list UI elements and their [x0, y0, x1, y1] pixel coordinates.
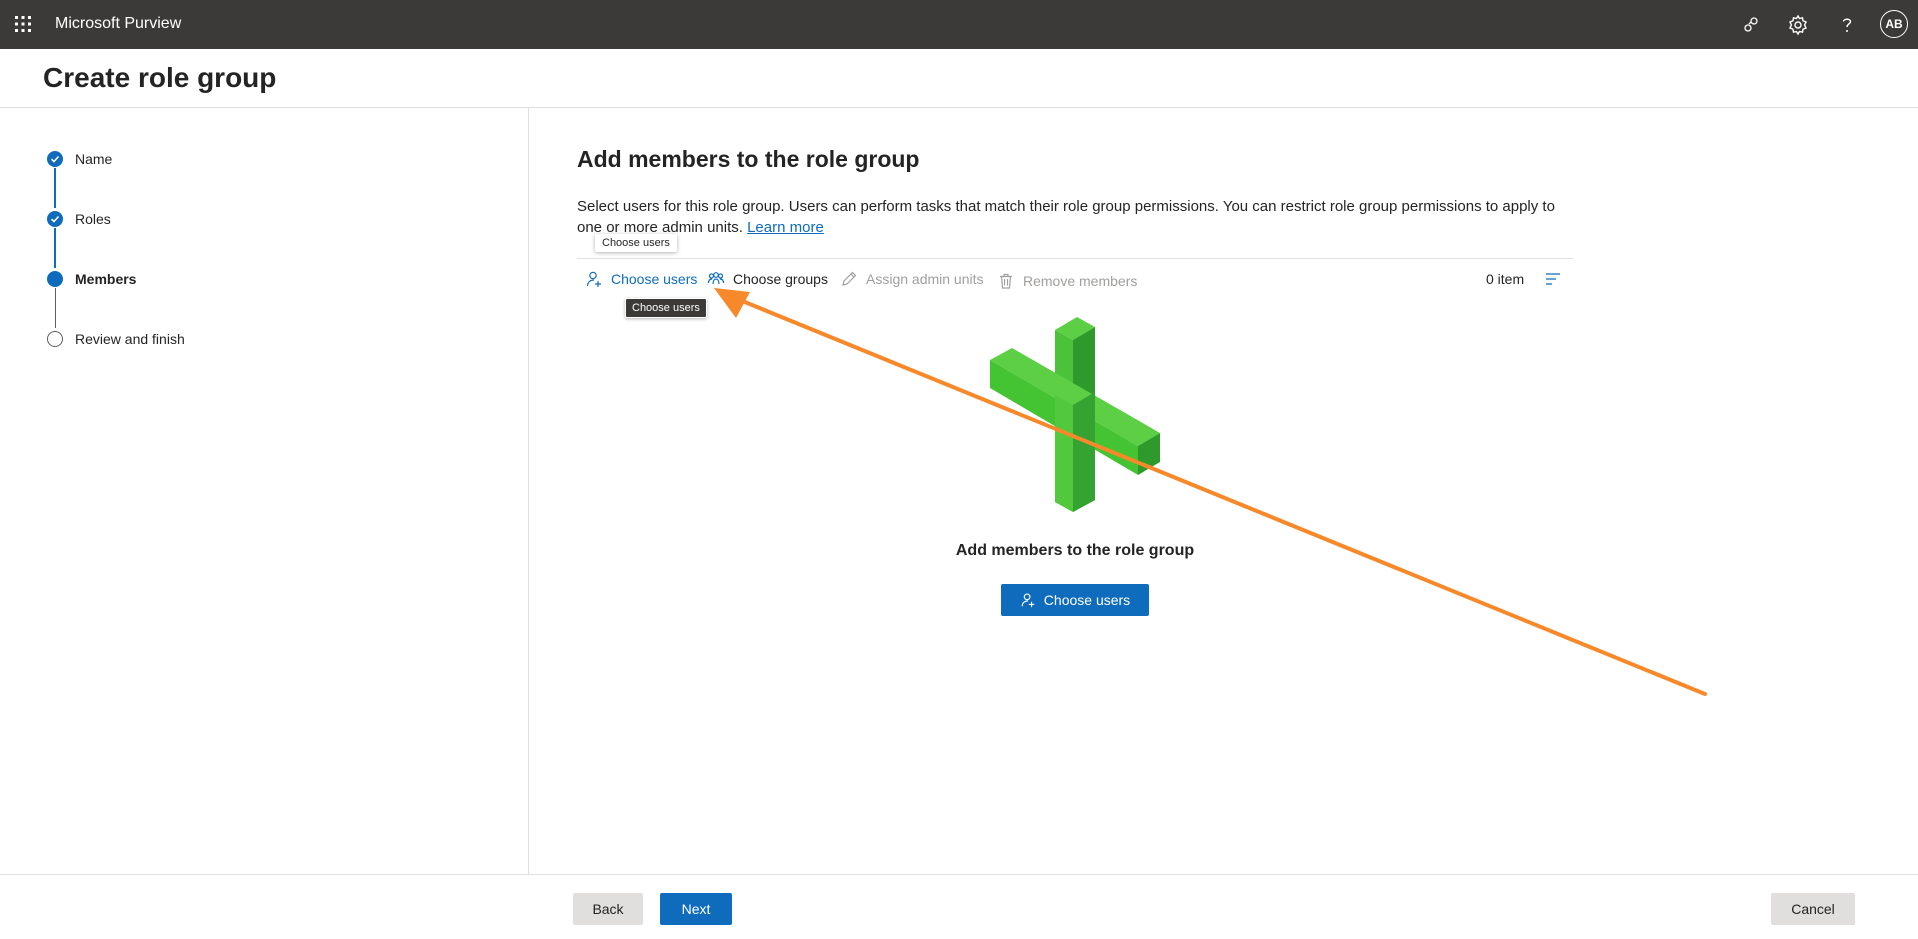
- panel-divider: [528, 108, 529, 874]
- step-review[interactable]: Review and finish: [47, 331, 185, 347]
- add-plus-illustration-icon: [990, 317, 1160, 512]
- choose-groups-button[interactable]: Choose groups: [707, 268, 828, 290]
- header-divider: [0, 107, 1918, 108]
- choose-groups-label: Choose groups: [733, 271, 828, 287]
- assign-admin-units-button[interactable]: Assign admin units: [840, 268, 984, 290]
- description-text: Select users for this role group. Users …: [577, 198, 1555, 236]
- learn-more-link[interactable]: Learn more: [747, 219, 824, 236]
- next-button[interactable]: Next: [660, 893, 732, 925]
- page-title: Create role group: [43, 62, 277, 93]
- choose-users-button[interactable]: Choose users: [585, 268, 697, 290]
- cancel-button[interactable]: Cancel: [1771, 893, 1855, 925]
- pencil-icon: [842, 271, 857, 286]
- item-count: 0 item: [1486, 271, 1525, 287]
- step-roles[interactable]: Roles: [47, 211, 111, 227]
- share-icon[interactable]: [1739, 13, 1763, 37]
- step-label: Review and finish: [75, 331, 185, 347]
- step-members[interactable]: Members: [47, 271, 136, 287]
- empty-state-title: Add members to the role group: [955, 542, 1195, 559]
- step-label: Roles: [75, 211, 111, 227]
- back-button[interactable]: Back: [573, 893, 643, 925]
- remove-members-label: Remove members: [1023, 273, 1138, 289]
- pending-step-dot-icon: [47, 331, 63, 347]
- tooltip: Choose users: [625, 298, 707, 318]
- checkmark-icon: [47, 151, 63, 167]
- remove-members-button[interactable]: Remove members: [997, 270, 1137, 292]
- step-connector: [54, 228, 56, 268]
- user-avatar[interactable]: AB: [1880, 10, 1908, 38]
- step-name[interactable]: Name: [47, 151, 112, 167]
- group-icon: [707, 272, 725, 285]
- app-title[interactable]: Microsoft Purview: [55, 15, 181, 33]
- section-title: Add members to the role group: [577, 146, 920, 172]
- toolbar-divider: [577, 258, 1573, 259]
- step-label: Name: [75, 151, 113, 167]
- app-launcher-icon[interactable]: [14, 15, 32, 33]
- assign-admin-units-label: Assign admin units: [866, 271, 984, 287]
- top-bar: Microsoft Purview AB: [0, 0, 1918, 49]
- tooltip: Choose users: [595, 234, 677, 252]
- footer-divider: [0, 874, 1918, 875]
- settings-icon[interactable]: [1786, 13, 1810, 37]
- choose-users-primary-button[interactable]: Choose users: [1001, 584, 1149, 616]
- current-step-dot-icon: [47, 271, 63, 287]
- step-label: Members: [75, 271, 137, 287]
- step-connector: [54, 168, 56, 208]
- choose-users-primary-label: Choose users: [1043, 592, 1131, 608]
- choose-users-label: Choose users: [611, 271, 698, 287]
- filter-icon[interactable]: [1545, 272, 1561, 286]
- trash-icon: [1000, 273, 1012, 289]
- add-user-icon: [1021, 593, 1035, 608]
- add-user-icon: [586, 271, 601, 287]
- checkmark-icon: [47, 211, 63, 227]
- section-description: Select users for this role group. Users …: [577, 196, 1577, 238]
- annotation-arrow: [714, 288, 1707, 696]
- help-icon[interactable]: [1835, 13, 1859, 37]
- step-connector: [55, 288, 56, 328]
